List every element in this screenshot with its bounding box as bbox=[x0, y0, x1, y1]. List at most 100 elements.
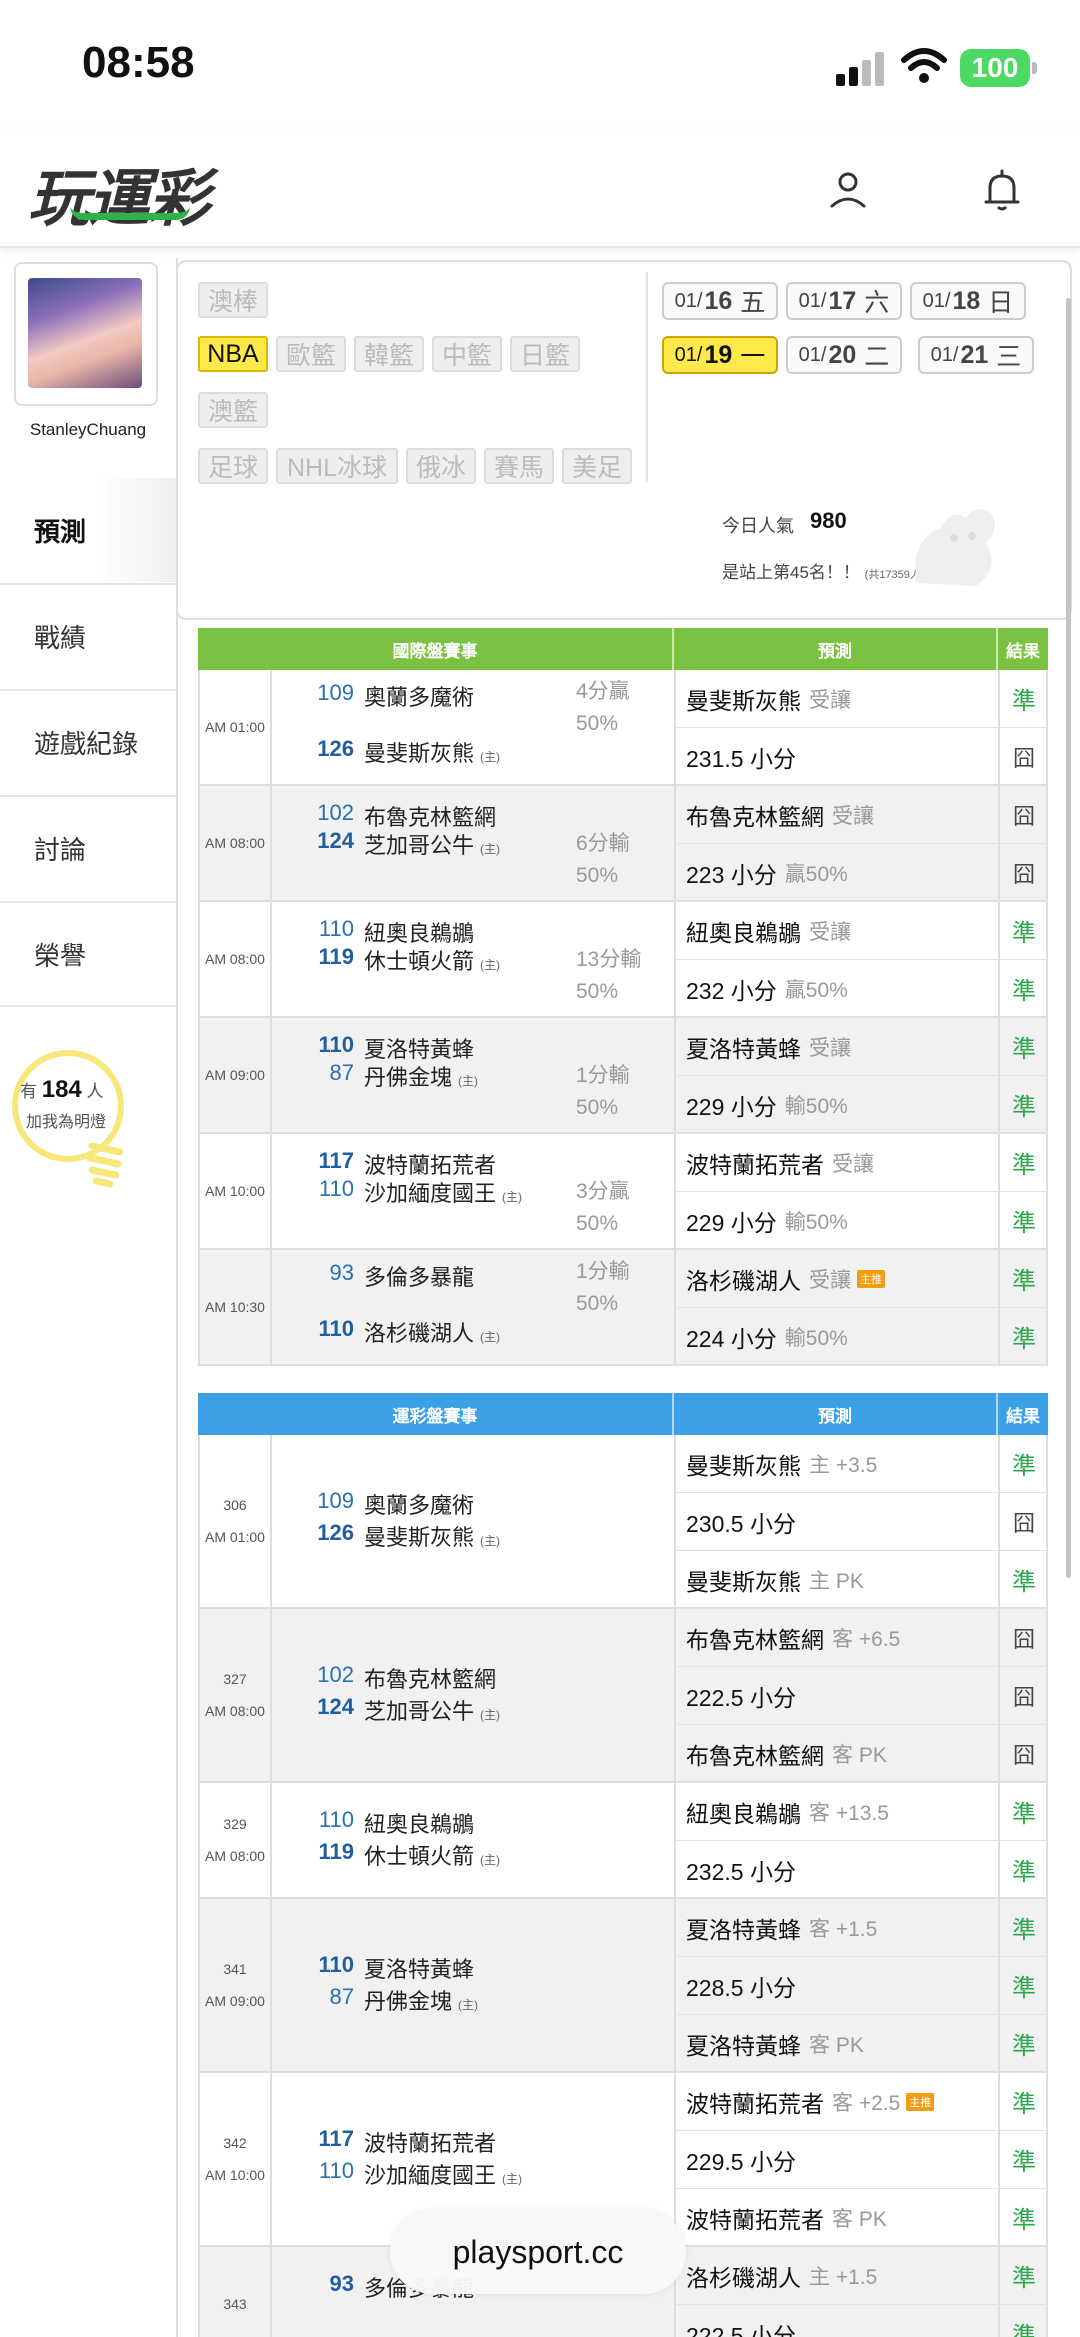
home-team[interactable]: 休士頓火箭 (主) bbox=[364, 944, 500, 976]
sport-chip-sports_row2-3[interactable]: 中籃 bbox=[432, 336, 502, 372]
sport-chip-sports_row2-1[interactable]: 歐籃 bbox=[276, 336, 346, 372]
home-score: 110 bbox=[318, 1176, 354, 1201]
sidebar-item-4[interactable]: 榮譽 bbox=[0, 901, 176, 1005]
prediction-cell[interactable]: 222.5 小分 bbox=[676, 1667, 1000, 1725]
prediction-cell[interactable]: 222.5 小分 bbox=[676, 2305, 1000, 2337]
prediction-cell[interactable]: 波特蘭拓荒者客 PK bbox=[676, 2189, 1000, 2247]
prediction-cell[interactable]: 布魯克林籃網 受讓 bbox=[676, 786, 1000, 844]
site-url-pill[interactable]: playsport.cc bbox=[390, 2210, 686, 2294]
sport-chip-sports_row1-0[interactable]: 澳棒 bbox=[198, 282, 268, 318]
sidebar-item-1[interactable]: 戰績 bbox=[0, 583, 176, 687]
prediction-cell[interactable]: 紐奧良鵜鶘客 +13.5 bbox=[676, 1783, 1000, 1841]
home-team[interactable]: 沙加緬度國王 (主) bbox=[364, 1176, 522, 1208]
sport-chip-sports_row4-3[interactable]: 賽馬 bbox=[484, 448, 554, 484]
prediction-cell[interactable]: 曼斐斯灰熊主 +3.5 bbox=[676, 1435, 1000, 1493]
sidebar-item-2[interactable]: 遊戲紀錄 bbox=[0, 689, 176, 793]
lamp-count: 有 184 人 bbox=[20, 1076, 130, 1104]
sport-chip-sports_row4-0[interactable]: 足球 bbox=[198, 448, 268, 484]
prediction-cell[interactable]: 229 小分 輸50% bbox=[676, 1192, 1000, 1250]
prediction-cell[interactable]: 223 小分 贏50% bbox=[676, 844, 1000, 902]
date-tab-1[interactable]: 01/17 六 bbox=[786, 282, 902, 320]
bell-icon[interactable] bbox=[980, 168, 1024, 214]
prediction-cell[interactable]: 曼斐斯灰熊 受讓 bbox=[676, 670, 1000, 728]
prediction-cell[interactable]: 232.5 小分 bbox=[676, 1841, 1000, 1899]
user-icon[interactable] bbox=[826, 168, 870, 212]
sidebar-item-3[interactable]: 討論 bbox=[0, 795, 176, 899]
date-weekday: 二 bbox=[864, 343, 890, 371]
date-tab-2[interactable]: 01/18 日 bbox=[910, 282, 1026, 320]
game-time: 343 bbox=[200, 2247, 272, 2337]
table-header-col-0: 運彩盤賽事 bbox=[198, 1393, 674, 1435]
prediction-result: 準 bbox=[1000, 2247, 1048, 2305]
home-team[interactable]: 沙加緬度國王 (主) bbox=[364, 2158, 522, 2190]
game-time: 327 AM 08:00 bbox=[200, 1609, 272, 1781]
prediction-cell[interactable]: 224 小分 輸50% bbox=[676, 1308, 1000, 1366]
prediction-cell[interactable]: 夏洛特黃蜂客 PK bbox=[676, 2015, 1000, 2073]
scrollbar[interactable] bbox=[1066, 298, 1071, 1578]
away-team[interactable]: 波特蘭拓荒者 bbox=[364, 2126, 496, 2158]
date-month: 01/ bbox=[798, 343, 827, 366]
sport-chip-sports_row4-4[interactable]: 美足 bbox=[562, 448, 632, 484]
prediction-detail: 贏50% bbox=[784, 978, 848, 1002]
prediction-cell[interactable]: 夏洛特黃蜂客 +1.5 bbox=[676, 1899, 1000, 1957]
prediction-cell[interactable]: 夏洛特黃蜂 受讓 bbox=[676, 1018, 1000, 1076]
sidebar-item-0[interactable]: 預測 bbox=[0, 478, 176, 582]
away-team[interactable]: 夏洛特黃蜂 bbox=[364, 1952, 474, 1984]
prediction-cell[interactable]: 布魯克林籃網客 PK bbox=[676, 1725, 1000, 1783]
home-team[interactable]: 洛杉磯湖人 (主) bbox=[364, 1316, 500, 1348]
avatar[interactable] bbox=[28, 278, 142, 388]
home-team[interactable]: 丹佛金塊 (主) bbox=[364, 1060, 478, 1092]
prediction-result: 準 bbox=[1000, 960, 1048, 1018]
prediction-cell[interactable]: 布魯克林籃網客 +6.5 bbox=[676, 1609, 1000, 1667]
home-score: 87 bbox=[329, 1984, 354, 2009]
prediction-cell[interactable]: 洛杉磯湖人 受讓 主推 bbox=[676, 1250, 1000, 1308]
away-team[interactable]: 奧蘭多魔術 bbox=[364, 680, 474, 712]
rank-label: 是站上第45名！！ bbox=[722, 563, 860, 582]
sport-chip-sports_row4-1[interactable]: NHL冰球 bbox=[276, 448, 398, 484]
username: StanleyChuang bbox=[29, 420, 147, 439]
home-team[interactable]: 曼斐斯灰熊 (主) bbox=[364, 1520, 500, 1552]
home-team[interactable]: 丹佛金塊 (主) bbox=[364, 1984, 478, 2016]
sport-chip-sports_row2-0[interactable]: NBA bbox=[198, 336, 268, 372]
prediction-cell[interactable]: 232 小分 贏50% bbox=[676, 960, 1000, 1018]
home-team[interactable]: 芝加哥公牛 (主) bbox=[364, 828, 500, 860]
prediction-cell[interactable]: 229 小分 輸50% bbox=[676, 1076, 1000, 1134]
prediction-cell[interactable]: 230.5 小分 bbox=[676, 1493, 1000, 1551]
prediction-cell[interactable]: 228.5 小分 bbox=[676, 1957, 1000, 2015]
prediction-cell[interactable]: 紐奧良鵜鶘 受讓 bbox=[676, 902, 1000, 960]
date-day: 17 bbox=[828, 286, 857, 315]
date-tab-0[interactable]: 01/16 五 bbox=[662, 282, 778, 320]
game-time: AM 08:00 bbox=[200, 786, 272, 900]
home-team[interactable]: 芝加哥公牛 (主) bbox=[364, 1694, 500, 1726]
game-time-text: AM 08:00 bbox=[205, 1703, 265, 1719]
prediction-detail: 受讓 bbox=[809, 1268, 851, 1292]
table-header: 國際盤賽事 預測 結果 bbox=[198, 628, 1048, 670]
away-team[interactable]: 奧蘭多魔術 bbox=[364, 1488, 474, 1520]
sport-chip-sports_row2-4[interactable]: 日籃 bbox=[510, 336, 580, 372]
home-team[interactable]: 休士頓火箭 (主) bbox=[364, 1839, 500, 1871]
game-row: 341 AM 09:00 110 夏洛特黃蜂 87 丹佛金塊 (主) 夏洛特黃蜂客 +1.5 準… bbox=[198, 1899, 1048, 2073]
sport-chip-sports_row3-0[interactable]: 澳籃 bbox=[198, 392, 268, 428]
prediction-cell[interactable]: 229.5 小分 bbox=[676, 2131, 1000, 2189]
game-result-line1: 1分輸 bbox=[576, 1064, 630, 1087]
prediction-cell[interactable]: 231.5 小分 bbox=[676, 728, 1000, 786]
date-tab-4[interactable]: 01/20 二 bbox=[786, 336, 902, 374]
away-team[interactable]: 布魯克林籃網 bbox=[364, 1662, 496, 1694]
prediction-cell[interactable]: 曼斐斯灰熊主 PK bbox=[676, 1551, 1000, 1609]
prediction-cell[interactable]: 洛杉磯湖人主 +1.5 bbox=[676, 2247, 1000, 2305]
game-row: AM 10:30 93 多倫多暴龍 110 洛杉磯湖人 (主) 1分輸 50% 洛杉磯湖人 受讓主… bbox=[198, 1250, 1048, 1366]
away-score: 109 bbox=[317, 1488, 354, 1513]
site-logo[interactable]: 玩運彩 bbox=[28, 148, 210, 238]
date-day: 19 bbox=[704, 340, 733, 369]
home-score: 119 bbox=[318, 1839, 355, 1864]
prediction-cell[interactable]: 波特蘭拓荒者客 +2.5 主推 bbox=[676, 2073, 1000, 2131]
prediction-cell[interactable]: 波特蘭拓荒者 受讓 bbox=[676, 1134, 1000, 1192]
away-team[interactable]: 紐奧良鵜鶘 bbox=[364, 1807, 474, 1839]
date-tab-5[interactable]: 01/21 三 bbox=[918, 336, 1034, 374]
sport-chip-sports_row4-2[interactable]: 俄冰 bbox=[406, 448, 476, 484]
away-team[interactable]: 多倫多暴龍 bbox=[364, 1260, 474, 1292]
away-score: 102 bbox=[317, 800, 354, 825]
home-team[interactable]: 曼斐斯灰熊 (主) bbox=[364, 736, 500, 768]
sport-chip-sports_row2-2[interactable]: 韓籃 bbox=[354, 336, 424, 372]
date-tab-3[interactable]: 01/19 一 bbox=[662, 336, 778, 374]
